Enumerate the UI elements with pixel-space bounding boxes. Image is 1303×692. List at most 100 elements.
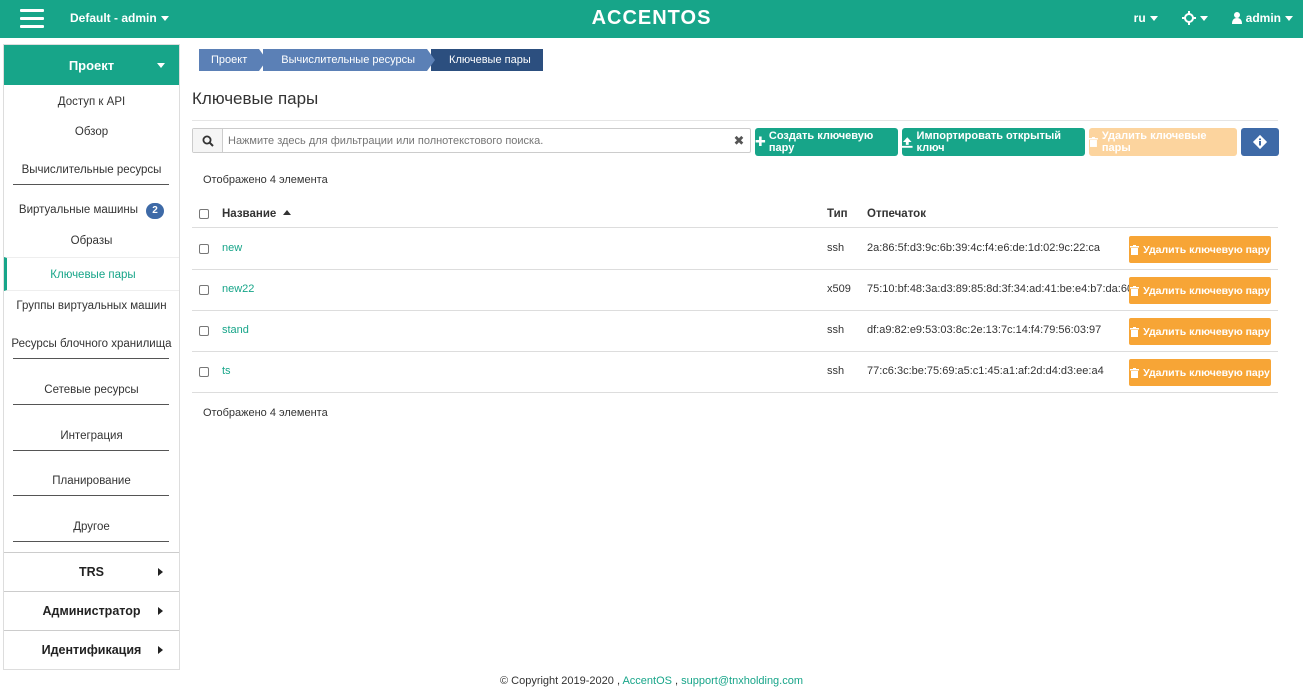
key-pair-fingerprint: df:a9:82:e9:53:03:8c:2e:13:7c:14:f4:79:5… xyxy=(867,324,1102,336)
sidebar-item-api-access[interactable]: Доступ к API xyxy=(4,96,179,108)
language-label: ru xyxy=(1133,11,1146,25)
upload-icon xyxy=(902,136,913,148)
brand-link[interactable]: AccentOS xyxy=(622,675,672,687)
language-selector[interactable]: ru xyxy=(1134,11,1158,25)
table-row: new22 x509 75:10:bf:48:3a:d3:89:85:8d:3f… xyxy=(192,270,1278,311)
sidebar-item-label: Виртуальные машины xyxy=(18,204,139,216)
chevron-down-icon xyxy=(1199,15,1208,21)
items-count-top: Отображено 4 элемента xyxy=(203,174,328,186)
sidebar-item-network[interactable]: Сетевые ресурсы xyxy=(4,384,179,396)
key-pair-fingerprint: 75:10:bf:48:3a:d3:89:85:8d:3f:34:ad:41:b… xyxy=(867,283,1161,295)
sidebar-item-overview[interactable]: Обзор xyxy=(4,126,179,138)
delete-key-pair-button[interactable]: Удалить ключевую пару xyxy=(1129,277,1271,304)
sidebar-item-block-storage[interactable]: Ресурсы блочного хранилища xyxy=(4,338,179,350)
delete-key-pairs-label: Удалить ключевые пары xyxy=(1101,130,1207,154)
delete-key-pair-button[interactable]: Удалить ключевую пару xyxy=(1129,359,1271,386)
sidebar-item-integration[interactable]: Интеграция xyxy=(4,430,179,442)
sidebar-item-planning[interactable]: Планирование xyxy=(4,475,179,487)
sidebar-item-images[interactable]: Образы xyxy=(4,235,179,247)
row-checkbox[interactable] xyxy=(199,367,209,377)
sidebar-group-label: Идентификация xyxy=(41,643,142,657)
chevron-right-icon xyxy=(158,607,163,615)
delete-key-pair-label: Удалить ключевую пару xyxy=(1143,284,1270,297)
logo: ACCENTOS xyxy=(0,7,1303,30)
chevron-down-icon xyxy=(1285,15,1293,21)
items-count-bottom: Отображено 4 элемента xyxy=(203,407,328,419)
theme-selector[interactable] xyxy=(1181,11,1208,25)
page-title: Ключевые пары xyxy=(192,89,319,108)
trash-icon xyxy=(1089,137,1098,147)
footer-separator: , xyxy=(675,675,679,687)
key-pair-name-link[interactable]: stand xyxy=(222,324,249,336)
sidebar-group-admin[interactable]: Администратор xyxy=(4,591,179,630)
delete-key-pair-label: Удалить ключевую пару xyxy=(1143,243,1270,256)
key-pair-fingerprint: 77:c6:3c:be:75:69:a5:c1:45:a1:af:2d:d4:d… xyxy=(867,365,1104,377)
plus-icon: ✚ xyxy=(755,134,766,149)
import-public-key-label: Импортировать открытый ключ xyxy=(916,130,1062,154)
logo-text: ACCENTOS xyxy=(591,7,712,29)
sort-asc-icon xyxy=(282,210,291,215)
user-label: admin xyxy=(1245,11,1281,25)
chevron-right-icon xyxy=(158,568,163,576)
delete-key-pairs-button[interactable]: Удалить ключевые пары xyxy=(1089,128,1237,156)
sidebar-item-compute[interactable]: Вычислительные ресурсы xyxy=(4,164,179,176)
table-row: stand ssh df:a9:82:e9:53:03:8c:2e:13:7c:… xyxy=(192,311,1278,352)
column-header-label: Название xyxy=(222,208,277,220)
sidebar-group-trs[interactable]: TRS xyxy=(4,552,179,591)
sidebar-group-label: Администратор xyxy=(42,604,141,618)
select-all-checkbox[interactable] xyxy=(199,209,209,219)
gear-icon xyxy=(1181,11,1196,25)
sidebar-item-key-pairs[interactable]: Ключевые пары xyxy=(4,257,179,291)
trash-icon xyxy=(1130,285,1140,296)
clear-icon[interactable]: ✖ xyxy=(728,129,750,152)
project-selector-label: Default - admin xyxy=(70,11,157,25)
key-pair-name-link[interactable]: new xyxy=(222,242,242,254)
sidebar-item-server-groups[interactable]: Группы виртуальных машин xyxy=(4,300,179,312)
column-header-fingerprint: Отпечаток xyxy=(867,208,926,220)
create-key-pair-label: Создать ключевую пару xyxy=(768,130,874,154)
copyright-text: © Copyright 2019-2020 , xyxy=(499,675,620,687)
user-icon xyxy=(1231,12,1242,24)
sidebar-project-header[interactable]: Проект xyxy=(4,45,179,85)
footer: © Copyright 2019-2020 , AccentOS , suppo… xyxy=(0,675,1303,687)
sidebar-item-other[interactable]: Другое xyxy=(4,521,179,533)
sidebar-divider xyxy=(13,184,169,185)
key-pair-name-link[interactable]: new22 xyxy=(222,283,254,295)
search-input[interactable] xyxy=(223,129,728,152)
project-selector[interactable]: Default - admin xyxy=(70,11,169,25)
breadcrumb: Проект Вычислительные ресурсы Ключевые п… xyxy=(199,49,547,71)
support-email-link[interactable]: support@tnxholding.com xyxy=(681,675,803,687)
chevron-right-icon xyxy=(158,646,163,654)
sidebar: Проект Доступ к API Обзор Вычислительные… xyxy=(3,44,180,670)
search-icon[interactable] xyxy=(193,129,223,152)
info-icon xyxy=(1252,134,1268,150)
count-badge: 2 xyxy=(146,203,165,219)
sidebar-group-identity[interactable]: Идентификация xyxy=(4,630,179,669)
top-navbar: Default - admin ACCENTOS ru admin xyxy=(0,0,1303,38)
user-menu[interactable]: admin xyxy=(1231,11,1293,25)
trash-icon xyxy=(1130,326,1140,337)
table-row: ts ssh 77:c6:3c:be:75:69:a5:c1:45:a1:af:… xyxy=(192,352,1278,393)
search-bar: ✖ xyxy=(192,128,751,153)
import-public-key-button[interactable]: Импортировать открытый ключ xyxy=(902,128,1085,156)
breadcrumb-item-compute[interactable]: Вычислительные ресурсы xyxy=(263,49,435,71)
key-pair-type: ssh xyxy=(827,324,845,336)
sidebar-item-instances[interactable]: Виртуальные машины 2 xyxy=(4,203,179,219)
delete-key-pair-label: Удалить ключевую пару xyxy=(1143,325,1270,338)
row-checkbox[interactable] xyxy=(199,285,209,295)
delete-key-pair-button[interactable]: Удалить ключевую пару xyxy=(1129,318,1271,345)
create-key-pair-button[interactable]: ✚ Создать ключевую пару xyxy=(755,128,898,156)
table-header: Название Тип Отпечаток xyxy=(192,200,1278,228)
menu-toggle-icon[interactable] xyxy=(20,9,44,29)
column-header-name[interactable]: Название xyxy=(222,208,291,220)
title-divider xyxy=(192,120,1278,121)
row-checkbox[interactable] xyxy=(199,326,209,336)
info-button[interactable] xyxy=(1241,128,1279,156)
key-pair-type: x509 xyxy=(827,283,851,295)
breadcrumb-item-project[interactable]: Проект xyxy=(199,49,268,71)
trash-icon xyxy=(1130,367,1140,378)
delete-key-pair-button[interactable]: Удалить ключевую пару xyxy=(1129,236,1271,263)
row-checkbox[interactable] xyxy=(199,244,209,254)
key-pair-name-link[interactable]: ts xyxy=(222,365,231,377)
delete-key-pair-label: Удалить ключевую пару xyxy=(1143,366,1270,379)
